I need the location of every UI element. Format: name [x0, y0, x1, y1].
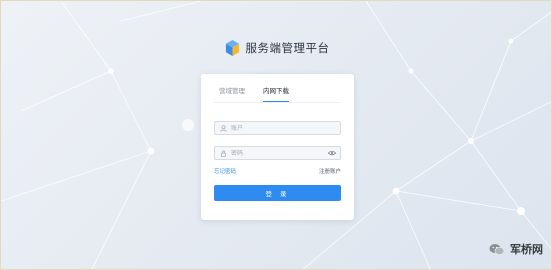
- app-title: 服务端管理平台: [245, 41, 330, 55]
- user-icon: [220, 124, 227, 132]
- watermark: 军桥网: [489, 241, 543, 257]
- login-page: 服务端管理平台 营域管理 内网下载 忘记密码: [0, 0, 552, 270]
- tab-domain-management[interactable]: 营域管理: [219, 85, 245, 102]
- tab-intranet-download[interactable]: 内网下载: [263, 85, 289, 102]
- username-field[interactable]: [214, 121, 341, 135]
- register-link[interactable]: 注册账户: [319, 167, 341, 175]
- password-field[interactable]: [214, 146, 341, 160]
- lock-icon: [221, 150, 226, 157]
- password-input[interactable]: [231, 149, 321, 157]
- cube-logo-icon: [225, 40, 239, 56]
- login-tabs: 营域管理 内网下载: [214, 74, 341, 103]
- app-header: 服务端管理平台: [1, 40, 551, 56]
- login-card: 营域管理 内网下载 忘记密码 注册账户 登 录: [201, 74, 354, 220]
- wechat-icon: [489, 243, 505, 255]
- eye-icon[interactable]: [328, 150, 336, 156]
- watermark-text: 军桥网: [510, 243, 543, 256]
- login-links: 忘记密码 注册账户: [214, 167, 341, 175]
- forgot-password-link[interactable]: 忘记密码: [214, 167, 236, 175]
- username-input[interactable]: [231, 124, 321, 132]
- login-button[interactable]: 登 录: [214, 185, 341, 201]
